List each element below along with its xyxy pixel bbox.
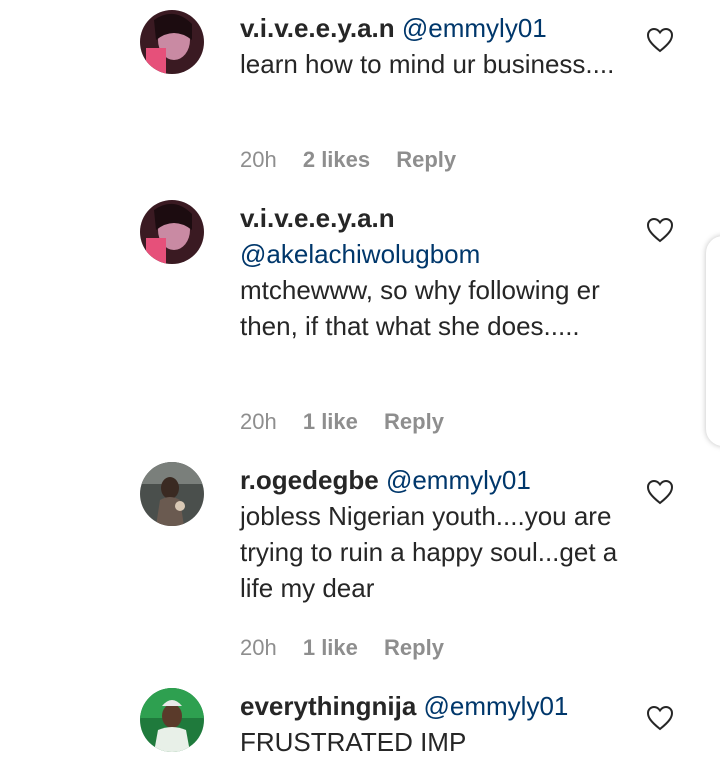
comment-body: v.i.v.e.e.y.a.n @emmyly01 learn how to m… [240,10,620,82]
comment-text: mtchewww, so why following er then, if t… [240,275,600,341]
comment-text: jobless Nigerian youth....you are trying… [240,501,618,603]
comment-mention[interactable]: @emmyly01 [386,465,531,495]
avatar[interactable] [140,462,204,526]
comment-username[interactable]: v.i.v.e.e.y.a.n [240,13,395,43]
comment-body: v.i.v.e.e.y.a.n @akelachiwolugbom mtchew… [240,200,620,344]
comment-username[interactable]: r.ogedegbe [240,465,379,495]
comment-meta: 20h 1 like Reply [240,409,464,435]
comment-body: everythingnija @emmyly01 FRUSTRATED IMP [240,688,620,760]
reply-button[interactable]: Reply [384,635,444,660]
comment-body: r.ogedegbe @emmyly01 jobless Nigerian yo… [240,462,620,606]
comment-text: learn how to mind ur business.... [240,49,615,79]
comment-likes[interactable]: 1 like [303,635,358,660]
avatar[interactable] [140,688,204,752]
comment-likes[interactable]: 1 like [303,409,358,434]
comment-meta: 20h 2 likes Reply [240,147,476,173]
comment-time: 20h [240,635,277,660]
heart-icon[interactable] [646,217,674,243]
heart-icon[interactable] [646,705,674,731]
comment-mention[interactable]: @emmyly01 [402,13,547,43]
comment-time: 20h [240,409,277,434]
avatar[interactable] [140,10,204,74]
comment-mention[interactable]: @emmyly01 [424,691,569,721]
comment-username[interactable]: everythingnija [240,691,416,721]
comment-time: 20h [240,147,277,172]
comment-mention[interactable]: @akelachiwolugbom [240,239,480,269]
comment-likes[interactable]: 2 likes [303,147,370,172]
edge-panel-handle[interactable] [706,236,720,446]
avatar[interactable] [140,200,204,264]
heart-icon[interactable] [646,27,674,53]
reply-button[interactable]: Reply [384,409,444,434]
heart-icon[interactable] [646,479,674,505]
comment-meta: 20h 1 like Reply [240,635,464,661]
reply-button[interactable]: Reply [396,147,456,172]
comment-text: FRUSTRATED IMP [240,727,467,757]
comment-username[interactable]: v.i.v.e.e.y.a.n [240,203,395,233]
